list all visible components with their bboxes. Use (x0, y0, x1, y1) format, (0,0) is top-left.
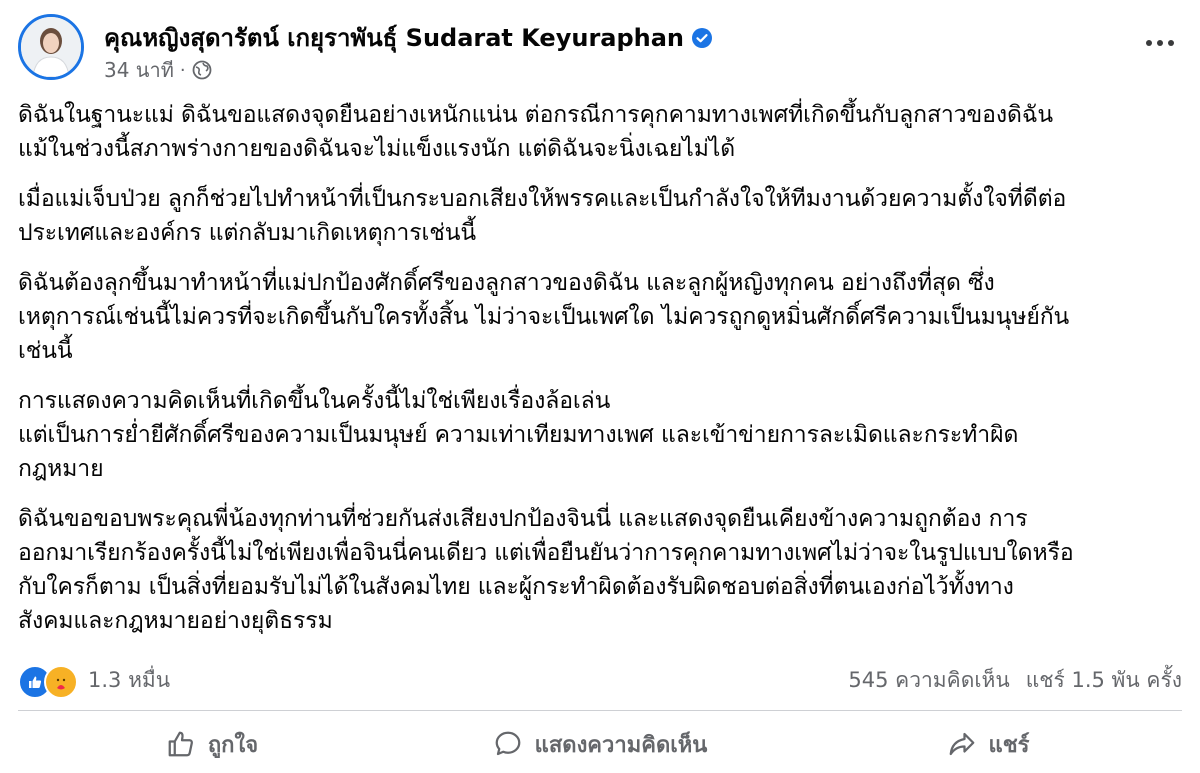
thumbs-up-icon (168, 731, 193, 757)
divider (18, 710, 1182, 711)
share-label: แชร์ (988, 732, 1030, 758)
more-dot-icon (1168, 40, 1174, 46)
comments-count[interactable]: 545 ความคิดเห็น (848, 664, 1009, 697)
verified-badge-icon (692, 27, 713, 48)
post-paragraph: ดิฉันในฐานะแม่ ดิฉันขอแสดงจุดยืนอย่างเหน… (18, 102, 1054, 162)
facebook-post: คุณหญิงสุดารัตน์ เกยุราพันธุ์ Sudarat Ke… (0, 0, 1200, 773)
post-body: ดิฉันในฐานะแม่ ดิฉันขอแสดงจุดยืนอย่างเหน… (18, 98, 1182, 654)
post-paragraph: เมื่อแม่เจ็บป่วย ลูกก็ช่วยไปทำหน้าที่เป็… (18, 186, 1067, 246)
more-options-button[interactable] (1138, 28, 1182, 58)
author-name[interactable]: คุณหญิงสุดารัตน์ เกยุราพันธุ์ Sudarat Ke… (104, 18, 684, 57)
post-stats: 1.3 หมื่น 545 ความคิดเห็น แชร์ 1.5 พัน ค… (18, 660, 1182, 700)
comment-label: แสดงความคิดเห็น (534, 732, 708, 758)
meta-separator: · (179, 59, 186, 81)
post-actions: ถูกใจ แสดงความคิดเห็น แชร์ (18, 716, 1182, 772)
share-button[interactable]: แชร์ (794, 716, 1182, 772)
like-button[interactable]: ถูกใจ (18, 716, 406, 772)
post-paragraph: ดิฉันขอขอบพระคุณพี่น้องทุกท่านที่ช่วยกัน… (18, 506, 1074, 634)
shares-count[interactable]: แชร์ 1.5 พัน ครั้ง (1026, 664, 1182, 697)
more-dot-icon (1146, 40, 1152, 46)
post-timestamp[interactable]: 34 นาที (104, 54, 174, 86)
care-reaction-icon (44, 665, 78, 699)
reactions-summary[interactable]: 1.3 หมื่น (18, 664, 170, 699)
post-paragraph: การแสดงความคิดเห็นที่เกิดขึ้นในครั้งนี้ไ… (18, 388, 1019, 482)
reactions-count[interactable]: 1.3 หมื่น (88, 664, 170, 697)
avatar[interactable] (18, 14, 84, 80)
comment-icon (495, 731, 521, 756)
share-icon (949, 732, 974, 756)
comment-button[interactable]: แสดงความคิดเห็น (406, 716, 794, 772)
globe-icon[interactable] (192, 60, 212, 80)
more-dot-icon (1157, 40, 1163, 46)
like-label: ถูกใจ (207, 732, 259, 758)
post-header: คุณหญิงสุดารัตน์ เกยุราพันธุ์ Sudarat Ke… (18, 14, 1182, 84)
post-paragraph: ดิฉันต้องลุกขึ้นมาทำหน้าที่แม่ปกป้องศักด… (18, 270, 1070, 364)
